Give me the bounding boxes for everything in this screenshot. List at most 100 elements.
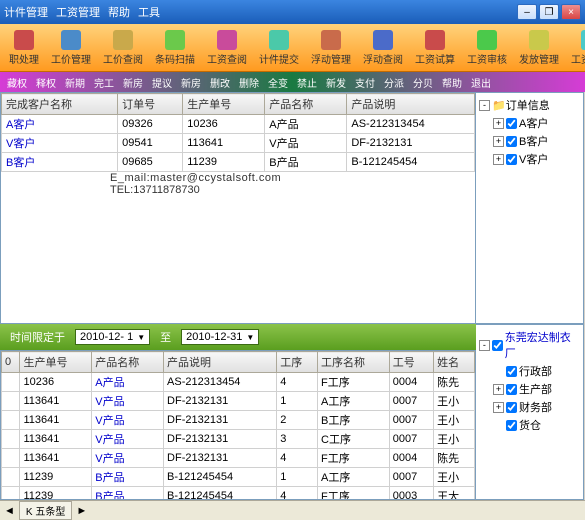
toolbar-button[interactable]: 浮动查阅 <box>358 28 408 68</box>
cell: 0007 <box>389 468 433 487</box>
toolbar-button[interactable]: 职处理 <box>4 28 44 68</box>
cell: F工序 <box>318 449 390 468</box>
tree-checkbox[interactable] <box>492 340 503 351</box>
tree-item[interactable]: +B客户 <box>493 132 580 150</box>
tree-item[interactable]: +V客户 <box>493 150 580 168</box>
action-item[interactable]: 分贝 <box>410 74 436 91</box>
close-button[interactable]: × <box>561 4 581 20</box>
tree-checkbox[interactable] <box>506 154 517 165</box>
tree-checkbox[interactable] <box>506 402 517 413</box>
upper-tree-panel: - 📁 订单信息 +A客户+B客户+V客户 <box>476 92 584 324</box>
toolbar-button[interactable]: 工资试算 <box>410 28 460 68</box>
tree-item[interactable]: 行政部 <box>493 362 580 380</box>
column-header[interactable]: 工号 <box>389 352 433 373</box>
table-row[interactable]: 113641V产品DF-21321313C工序0007王小 <box>2 430 475 449</box>
action-item[interactable]: 全变 <box>265 74 291 91</box>
menu-item[interactable]: 计件管理 <box>4 4 48 20</box>
column-header[interactable]: 0 <box>2 352 20 373</box>
toolbar-button[interactable]: 浮动管理 <box>306 28 356 68</box>
column-header[interactable]: 姓名 <box>434 352 475 373</box>
toolbar-button[interactable]: 工价管理 <box>46 28 96 68</box>
action-item[interactable]: 完工 <box>91 74 117 91</box>
tree-root[interactable]: - 📁 订单信息 <box>479 96 580 114</box>
date-to-input[interactable]: 2010-12-31▼ <box>181 329 259 345</box>
action-item[interactable]: 删改 <box>207 74 233 91</box>
table-row[interactable]: B客户0968511239B产品B-121245454 <box>2 153 475 172</box>
tree-checkbox[interactable] <box>506 136 517 147</box>
cell: 陈先 <box>434 449 475 468</box>
cell: B产品 <box>92 487 164 501</box>
action-item[interactable]: 新期 <box>62 74 88 91</box>
tree-item[interactable]: 货仓 <box>493 416 580 434</box>
action-item[interactable]: 退出 <box>468 74 494 91</box>
production-table[interactable]: 0生产单号产品名称产品说明工序工序名称工号姓名10236A产品AS-212313… <box>1 351 475 500</box>
minimize-button[interactable]: – <box>517 4 537 20</box>
column-header[interactable]: 工序 <box>277 352 318 373</box>
nav-prev-icon[interactable]: ◄ <box>4 505 15 517</box>
action-item[interactable]: 分派 <box>381 74 407 91</box>
toolbar-label: 工价查阅 <box>103 51 143 66</box>
column-header[interactable]: 产品说明 <box>164 352 277 373</box>
menu-item[interactable]: 帮助 <box>108 4 130 20</box>
cell: C工序 <box>318 430 390 449</box>
tree-label: 货仓 <box>519 417 541 433</box>
table-row[interactable]: 113641V产品DF-21321314F工序0004陈先 <box>2 449 475 468</box>
tree-item[interactable]: +生产部 <box>493 380 580 398</box>
status-tab[interactable]: K 五条型 <box>19 501 72 520</box>
toolbar-button[interactable]: 工资查阅 <box>202 28 252 68</box>
date-from-input[interactable]: 2010-12- 1▼ <box>75 329 150 345</box>
action-item[interactable]: 新房 <box>120 74 146 91</box>
action-item[interactable]: 禁止 <box>294 74 320 91</box>
table-row[interactable]: 113641V产品DF-21321311A工序0007王小 <box>2 392 475 411</box>
collapse-icon[interactable]: - <box>479 100 490 111</box>
table-row[interactable]: 11239B产品B-1212454541A工序0007王小 <box>2 468 475 487</box>
action-item[interactable]: 提议 <box>149 74 175 91</box>
tree-root[interactable]: - 东莞宏达制衣厂 <box>479 328 580 362</box>
orders-table[interactable]: 完成客户名称订单号生产单号产品名称产品说明A客户0932610236A产品AS-… <box>1 93 475 172</box>
column-header[interactable]: 订单号 <box>118 94 183 115</box>
table-row[interactable]: A客户0932610236A产品AS-212313454 <box>2 115 475 134</box>
toolbar-button[interactable]: 工资审核 <box>462 28 512 68</box>
expand-icon[interactable]: + <box>493 136 504 147</box>
tree-item[interactable]: +A客户 <box>493 114 580 132</box>
cell: DF-2132131 <box>347 134 475 153</box>
cell: V客户 <box>2 134 118 153</box>
action-item[interactable]: 释权 <box>33 74 59 91</box>
column-header[interactable]: 完成客户名称 <box>2 94 118 115</box>
table-row[interactable]: 113641V产品DF-21321312B工序0007王小 <box>2 411 475 430</box>
toolbar-button[interactable]: 发放管理 <box>514 28 564 68</box>
tree-checkbox[interactable] <box>506 420 517 431</box>
action-item[interactable]: 新房 <box>178 74 204 91</box>
action-item[interactable]: 支付 <box>352 74 378 91</box>
action-item[interactable]: 藏权 <box>4 74 30 91</box>
collapse-icon[interactable]: - <box>479 340 490 351</box>
toolbar-button[interactable]: 工资查询 <box>566 28 585 68</box>
column-header[interactable]: 工序名称 <box>318 352 390 373</box>
nav-next-icon[interactable]: ► <box>76 505 87 517</box>
expand-icon[interactable]: + <box>493 402 504 413</box>
action-item[interactable]: 删除 <box>236 74 262 91</box>
column-header[interactable]: 产品说明 <box>347 94 475 115</box>
toolbar-button[interactable]: 条码扫描 <box>150 28 200 68</box>
column-header[interactable]: 产品名称 <box>92 352 164 373</box>
expand-icon[interactable]: + <box>493 384 504 395</box>
column-header[interactable]: 生产单号 <box>20 352 92 373</box>
table-row[interactable]: 11239B产品B-1212454544F工序0003王大 <box>2 487 475 501</box>
toolbar-button[interactable]: 工价查阅 <box>98 28 148 68</box>
menu-item[interactable]: 工具 <box>138 4 160 20</box>
action-item[interactable]: 帮助 <box>439 74 465 91</box>
expand-icon[interactable]: + <box>493 154 504 165</box>
expand-icon[interactable]: + <box>493 118 504 129</box>
tree-item[interactable]: +财务部 <box>493 398 580 416</box>
table-row[interactable]: V客户09541113641V产品DF-2132131 <box>2 134 475 153</box>
tree-checkbox[interactable] <box>506 366 517 377</box>
action-item[interactable]: 新发 <box>323 74 349 91</box>
menu-item[interactable]: 工资管理 <box>56 4 100 20</box>
table-row[interactable]: 10236A产品AS-2123134544F工序0004陈先 <box>2 373 475 392</box>
column-header[interactable]: 生产单号 <box>183 94 265 115</box>
column-header[interactable]: 产品名称 <box>265 94 347 115</box>
tree-checkbox[interactable] <box>506 118 517 129</box>
toolbar-button[interactable]: 计件提交 <box>254 28 304 68</box>
tree-checkbox[interactable] <box>506 384 517 395</box>
maximize-button[interactable]: ❐ <box>539 4 559 20</box>
